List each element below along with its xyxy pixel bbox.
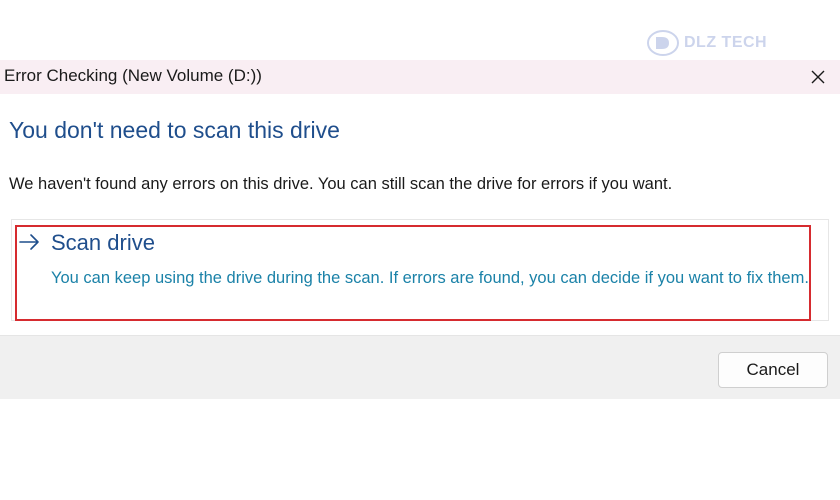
title-bar: Error Checking (New Volume (D:)) (0, 60, 840, 94)
error-checking-dialog: Error Checking (New Volume (D:)) You don… (0, 60, 840, 399)
dialog-description: We haven't found any errors on this driv… (9, 175, 673, 193)
scan-drive-description: You can keep using the drive during the … (51, 269, 809, 287)
dialog-footer: Cancel (0, 335, 840, 399)
cancel-button[interactable]: Cancel (718, 352, 828, 388)
dialog-heading: You don't need to scan this drive (9, 117, 340, 143)
watermark: DLZ TECH (646, 26, 798, 60)
watermark-text: DLZ TECH (684, 34, 768, 51)
dlz-logo-icon (647, 30, 679, 56)
arrow-right-icon (19, 234, 39, 250)
scan-drive-link[interactable]: Scan drive You can keep using the drive … (19, 228, 809, 316)
screenshot-canvas: DLZ TECH Error Checking (New Volume (D:)… (0, 0, 840, 500)
close-button[interactable] (796, 60, 840, 94)
close-icon (811, 70, 825, 84)
window-title: Error Checking (New Volume (D:)) (4, 66, 262, 85)
scan-drive-title: Scan drive (51, 230, 155, 255)
